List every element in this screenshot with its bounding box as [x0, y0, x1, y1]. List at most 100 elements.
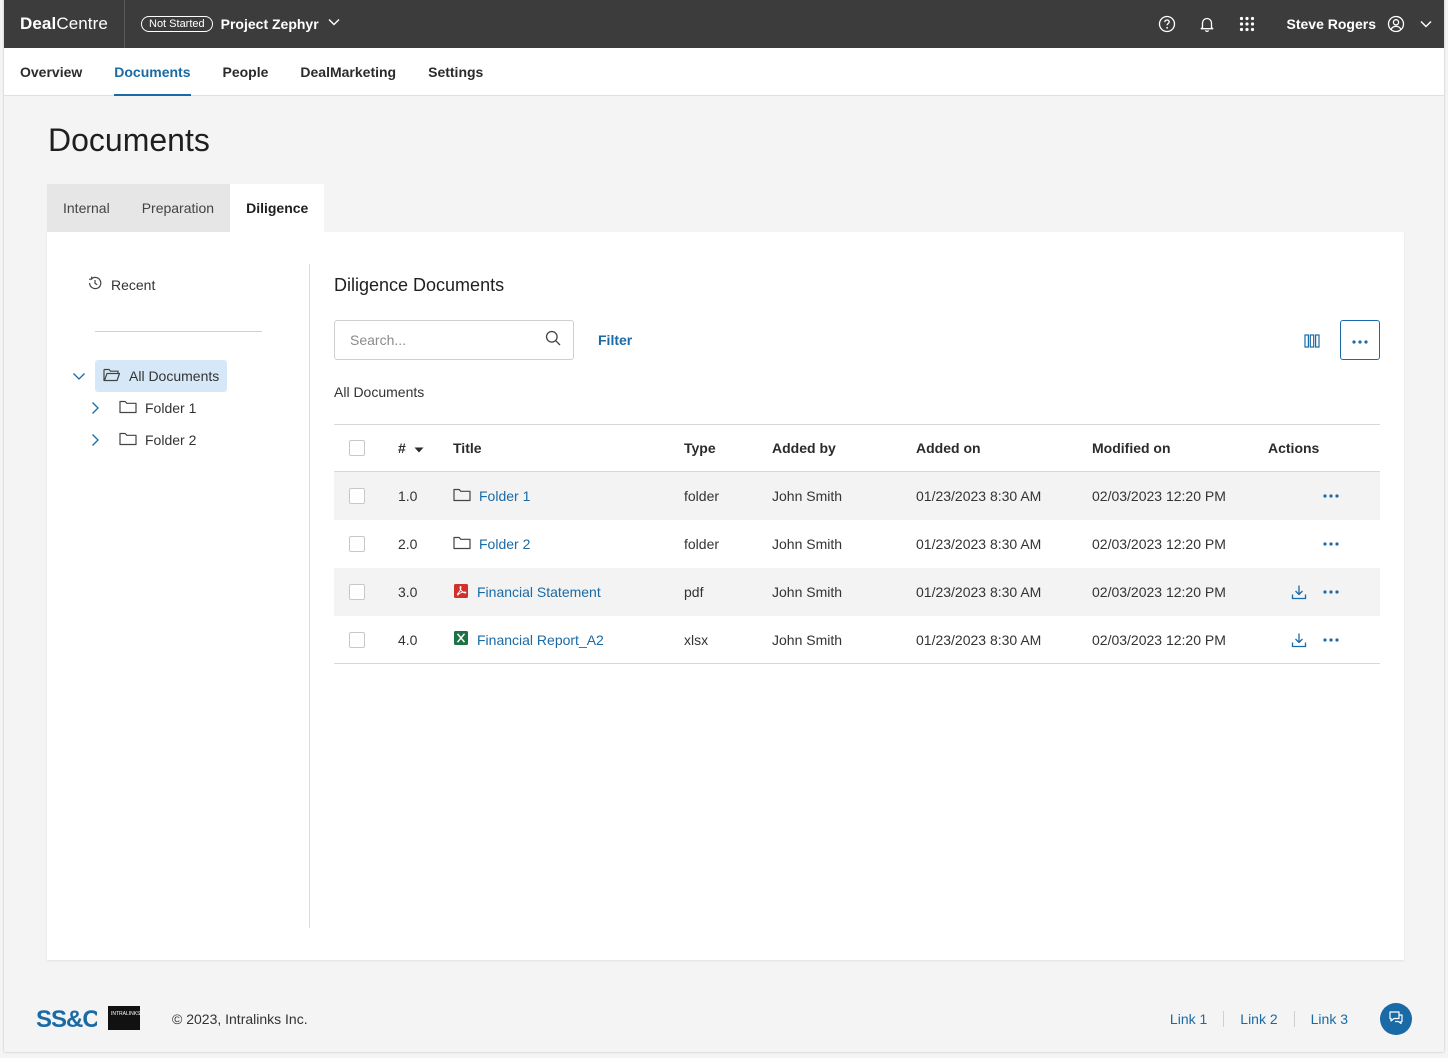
- project-name: Project Zephyr: [220, 16, 319, 32]
- table-row[interactable]: 3.0 Financial Statement pdf John Smith 0…: [334, 568, 1380, 616]
- tab-diligence[interactable]: Diligence: [230, 184, 325, 232]
- row-more-icon[interactable]: [1321, 582, 1341, 602]
- row-number: 2.0: [398, 536, 418, 552]
- row-more-icon[interactable]: [1321, 486, 1341, 506]
- tree-node-folder-2[interactable]: Folder 2: [111, 424, 204, 456]
- status-badge: Not Started: [141, 16, 213, 32]
- history-icon: [87, 275, 103, 294]
- header-modified-on[interactable]: Modified on: [1092, 425, 1171, 471]
- app-grid-icon[interactable]: [1227, 0, 1267, 48]
- tree-label: Folder 1: [145, 400, 197, 416]
- download-icon[interactable]: [1289, 582, 1309, 602]
- select-all-checkbox[interactable]: [349, 440, 365, 456]
- chevron-down-icon[interactable]: [69, 366, 89, 386]
- modified-on: 02/03/2023 12:20 PM: [1092, 488, 1226, 504]
- header-added-by[interactable]: Added by: [772, 425, 836, 471]
- nav-documents[interactable]: Documents: [98, 48, 206, 96]
- header-type[interactable]: Type: [684, 425, 716, 471]
- pdf-icon: [453, 583, 469, 602]
- app-logo[interactable]: Deal Centre: [4, 0, 125, 48]
- page-title: Documents: [48, 122, 210, 158]
- tab-internal[interactable]: Internal: [47, 184, 126, 232]
- document-title-link[interactable]: Financial Report_A2: [477, 632, 604, 648]
- chat-button[interactable]: [1380, 1003, 1412, 1035]
- row-number: 1.0: [398, 488, 418, 504]
- added-by: John Smith: [772, 631, 843, 648]
- chat-icon: [1387, 1008, 1405, 1031]
- tree-label: Folder 2: [145, 432, 197, 448]
- app-frame: Deal Centre Not Started Project Zephyr St…: [4, 0, 1444, 1052]
- row-more-icon[interactable]: [1321, 630, 1341, 650]
- document-title-link[interactable]: Folder 2: [479, 536, 530, 552]
- header-actions: Actions: [1268, 440, 1320, 456]
- modified-on: 02/03/2023 12:20 PM: [1092, 584, 1226, 600]
- breadcrumb: All Documents: [334, 384, 425, 400]
- svg-text:SS&C: SS&C: [36, 1006, 97, 1033]
- tree-node-all-documents[interactable]: All Documents: [95, 360, 228, 392]
- modified-on: 02/03/2023 12:20 PM: [1092, 631, 1226, 648]
- footer-link-1[interactable]: Link 1: [1154, 1011, 1223, 1027]
- folder-icon: [119, 431, 137, 450]
- header-title[interactable]: Title: [453, 425, 482, 471]
- sidebar-divider-line: [95, 331, 262, 332]
- user-name[interactable]: Steve Rogers: [1287, 16, 1376, 32]
- user-menu-chevron-icon[interactable]: [1408, 0, 1444, 48]
- tree-node-folder-1[interactable]: Folder 1: [111, 392, 204, 424]
- document-title-link[interactable]: Financial Statement: [477, 584, 601, 600]
- help-icon[interactable]: [1147, 0, 1187, 48]
- open-folder-icon: [103, 367, 121, 386]
- project-selector[interactable]: Not Started Project Zephyr: [141, 0, 341, 48]
- search-icon[interactable]: [545, 330, 561, 351]
- folder-icon: [119, 399, 137, 418]
- header-added-on[interactable]: Added on: [916, 425, 981, 471]
- document-title-link[interactable]: Folder 1: [479, 488, 530, 504]
- chevron-right-icon[interactable]: [85, 430, 105, 450]
- bell-icon[interactable]: [1187, 0, 1227, 48]
- added-on: 01/23/2023 8:30 AM: [916, 536, 1042, 552]
- document-type: xlsx: [684, 631, 709, 648]
- recent-link[interactable]: Recent: [87, 275, 155, 294]
- chevron-down-icon: [327, 15, 341, 34]
- table-row[interactable]: 4.0 Financial Report_A2 xlsx John Smith …: [334, 616, 1380, 664]
- added-by: John Smith: [772, 584, 843, 600]
- search-input[interactable]: [350, 332, 545, 348]
- filter-button[interactable]: Filter: [598, 332, 632, 348]
- row-more-icon[interactable]: [1321, 534, 1341, 554]
- tree-row-folder-1: Folder 1: [85, 392, 204, 424]
- sort-desc-icon: [414, 440, 424, 456]
- more-options-button[interactable]: [1340, 320, 1380, 360]
- modified-on: 02/03/2023 12:20 PM: [1092, 536, 1226, 552]
- row-checkbox[interactable]: [349, 631, 365, 648]
- table-row[interactable]: 1.0 Folder 1 folder John Smith 01/23/202…: [334, 472, 1380, 520]
- nav-dealmarketing[interactable]: DealMarketing: [284, 48, 412, 96]
- ssc-logo: SS&C: [35, 999, 97, 1035]
- footer: SS&C INTRALINKS © 2023, Intralinks Inc. …: [4, 996, 1444, 1044]
- ellipsis-icon: [1352, 331, 1368, 349]
- tab-preparation[interactable]: Preparation: [125, 184, 231, 232]
- footer-link-2[interactable]: Link 2: [1223, 1011, 1293, 1027]
- nav-people[interactable]: People: [207, 48, 285, 96]
- folder-icon: [453, 535, 471, 554]
- header-number[interactable]: #: [398, 425, 424, 471]
- download-icon[interactable]: [1289, 630, 1309, 650]
- nav-settings[interactable]: Settings: [412, 48, 499, 96]
- row-checkbox[interactable]: [349, 584, 365, 600]
- top-bar: Deal Centre Not Started Project Zephyr St…: [4, 0, 1444, 48]
- content-title: Diligence Documents: [334, 275, 505, 295]
- columns-icon[interactable]: [1299, 328, 1325, 354]
- nav-overview[interactable]: Overview: [20, 48, 98, 96]
- added-on: 01/23/2023 8:30 AM: [916, 631, 1042, 648]
- chevron-right-icon[interactable]: [85, 398, 105, 418]
- row-checkbox[interactable]: [349, 488, 365, 504]
- documents-table: # Title Type Added by Added on Modified …: [334, 424, 1380, 664]
- added-on: 01/23/2023 8:30 AM: [916, 488, 1042, 504]
- document-tabs: Internal Preparation Diligence: [47, 184, 325, 232]
- row-checkbox[interactable]: [349, 536, 365, 552]
- tree-label: All Documents: [129, 368, 220, 384]
- tree-row-folder-2: Folder 2: [85, 424, 204, 456]
- folder-sidebar: Recent All Documents Folder 1 Folder 2: [47, 232, 310, 960]
- table-row[interactable]: 2.0 Folder 2 folder John Smith 01/23/202…: [334, 520, 1380, 568]
- footer-link-3[interactable]: Link 3: [1293, 1011, 1364, 1027]
- panel-divider: [309, 264, 310, 928]
- user-avatar-icon[interactable]: [1384, 0, 1408, 48]
